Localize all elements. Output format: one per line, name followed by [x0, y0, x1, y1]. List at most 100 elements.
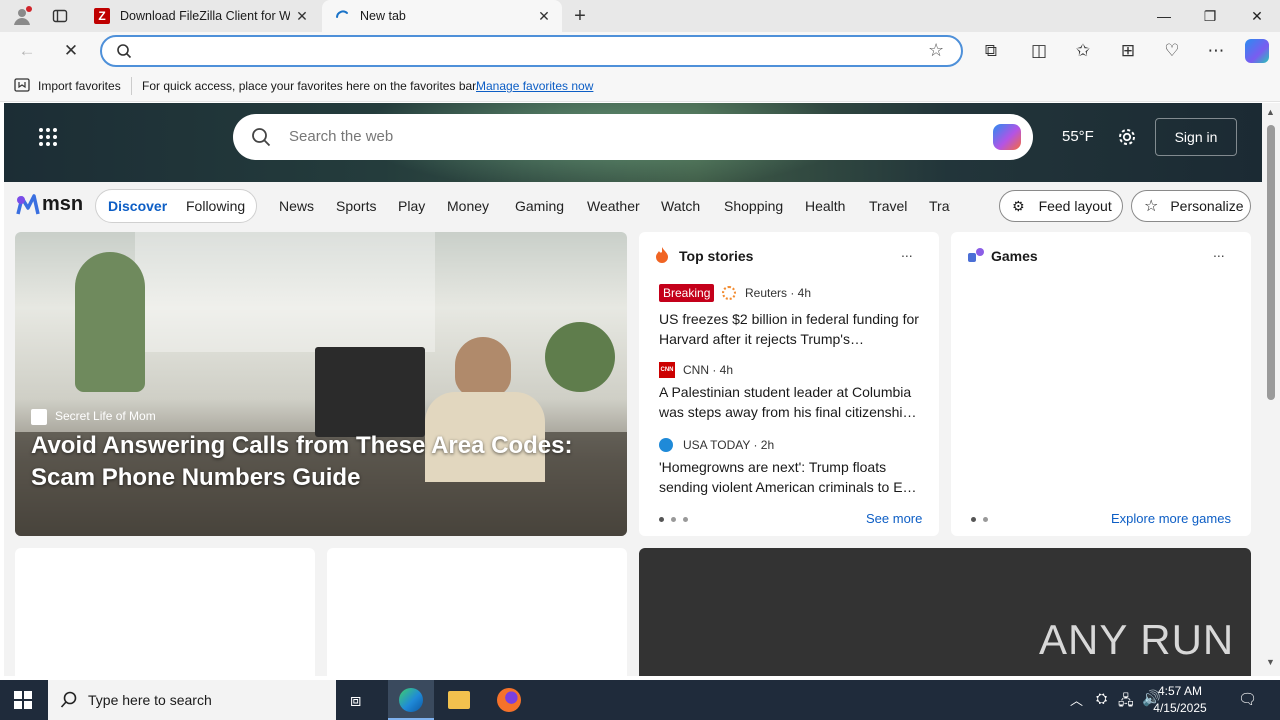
- import-favorites-button[interactable]: Import favorites: [38, 79, 121, 93]
- pager-dot[interactable]: [983, 517, 988, 522]
- feed-layout-button[interactable]: ⚙ Feed layout: [999, 190, 1123, 222]
- reuters-icon: [722, 286, 736, 300]
- clock-date: 4/15/2025: [1153, 701, 1207, 715]
- import-favorites-icon[interactable]: [14, 78, 30, 95]
- system-clock[interactable]: 4:57 AM 4/15/2025: [1140, 683, 1220, 717]
- close-window-button[interactable]: ✕: [1234, 0, 1280, 32]
- pager-dot-active[interactable]: [659, 517, 664, 522]
- tab-discover[interactable]: Discover: [108, 198, 167, 214]
- restore-button[interactable]: ❐: [1187, 0, 1233, 32]
- top-stories-card: Top stories ... Breaking Reuters · 4h US…: [639, 232, 939, 536]
- nav-news[interactable]: News: [279, 198, 314, 214]
- tab-filezilla[interactable]: Z Download FileZilla Client for Windows …: [84, 0, 320, 32]
- flame-icon: [655, 246, 669, 267]
- explore-games-link[interactable]: Explore more games: [1111, 511, 1231, 526]
- close-icon[interactable]: ✕: [536, 8, 552, 25]
- split-screen-icon[interactable]: ◫: [1024, 36, 1054, 66]
- apps-launcher-icon[interactable]: [38, 127, 58, 150]
- watermark: ANY RUN: [1039, 616, 1235, 663]
- nav-travel[interactable]: Travel: [869, 198, 907, 214]
- cnn-icon: CNN: [659, 362, 675, 378]
- header-background: Search the web 55°F Sign in: [4, 103, 1262, 182]
- nav-shopping[interactable]: Shopping: [724, 198, 783, 214]
- filezilla-icon: Z: [94, 8, 110, 24]
- pager-dot-active[interactable]: [971, 517, 976, 522]
- story-headline[interactable]: US freezes $2 billion in federal funding…: [659, 309, 923, 349]
- favorites-divider: [131, 77, 132, 95]
- taskbar-search-placeholder: Type here to search: [88, 692, 212, 708]
- extensions-icon[interactable]: ⧉: [976, 36, 1006, 66]
- more-menu-icon[interactable]: ⋯: [1201, 36, 1231, 66]
- video-card[interactable]: ANY RUN: [639, 548, 1251, 676]
- see-more-link[interactable]: See more: [866, 511, 922, 526]
- favorites-icon[interactable]: ✩: [1068, 36, 1098, 66]
- settings-icon[interactable]: [1116, 126, 1138, 151]
- tab-strip: Z Download FileZilla Client for Windows …: [0, 0, 1280, 32]
- manage-favorites-link[interactable]: Manage favorites now: [476, 79, 593, 93]
- browser-essentials-icon[interactable]: ♡: [1157, 36, 1187, 66]
- tab-following[interactable]: Following: [186, 198, 245, 214]
- search-icon: [251, 127, 271, 150]
- copilot-search-icon[interactable]: [993, 124, 1021, 150]
- nav-play[interactable]: Play: [398, 198, 425, 214]
- pager-dot[interactable]: [671, 517, 676, 522]
- file-explorer-icon[interactable]: [448, 691, 470, 709]
- nav-trav-cut[interactable]: Trav: [929, 198, 950, 214]
- edge-taskbar-icon[interactable]: [388, 680, 434, 720]
- network-tray-icon[interactable]: ⛭: [1096, 690, 1107, 707]
- collections-icon[interactable]: ⊞: [1113, 36, 1143, 66]
- taskbar-search[interactable]: Type here to search: [48, 680, 336, 720]
- search-icon: [116, 43, 132, 62]
- address-bar[interactable]: ☆: [100, 35, 963, 67]
- stop-loading-button[interactable]: ✕: [56, 36, 86, 66]
- nav-gaming[interactable]: Gaming: [515, 198, 564, 214]
- games-icon: [967, 247, 985, 266]
- star-icon: ☆: [1144, 198, 1159, 215]
- feed-layout-label: Feed layout: [1038, 198, 1112, 214]
- story-headline[interactable]: 'Homegrowns are next': Trump floats send…: [659, 457, 923, 497]
- address-input[interactable]: [142, 42, 922, 60]
- feed-card[interactable]: [15, 548, 315, 676]
- copilot-icon[interactable]: [1245, 39, 1269, 63]
- top-stories-title: Top stories: [679, 248, 754, 264]
- notification-icon[interactable]: 🗨: [1238, 690, 1257, 708]
- profile-icon[interactable]: [12, 6, 32, 26]
- story-source: CNN · 4h: [683, 363, 734, 377]
- hero-article-card[interactable]: Secret Life of Mom Avoid Answering Calls…: [15, 232, 627, 536]
- search-placeholder: Search the web: [289, 128, 394, 145]
- personalize-button[interactable]: ☆ Personalize: [1131, 190, 1251, 222]
- star-icon[interactable]: ☆: [928, 40, 944, 61]
- sign-in-button[interactable]: Sign in: [1155, 118, 1237, 156]
- page-scrollbar[interactable]: ▲ ▼: [1262, 103, 1280, 676]
- weather-temperature[interactable]: 55°F: [1062, 128, 1094, 145]
- ethernet-icon[interactable]: 🖧: [1118, 690, 1134, 714]
- close-icon[interactable]: ✕: [294, 8, 310, 25]
- nav-health[interactable]: Health: [805, 198, 845, 214]
- nav-money[interactable]: Money: [447, 198, 489, 214]
- scrollbar-thumb[interactable]: [1267, 125, 1275, 400]
- nav-weather[interactable]: Weather: [587, 198, 640, 214]
- games-title: Games: [991, 248, 1038, 264]
- pager-dot[interactable]: [683, 517, 688, 522]
- story-headline[interactable]: A Palestinian student leader at Columbia…: [659, 382, 923, 422]
- web-search-box[interactable]: Search the web: [233, 114, 1033, 160]
- nav-sports[interactable]: Sports: [336, 198, 376, 214]
- nav-watch[interactable]: Watch: [661, 198, 700, 214]
- games-more-button[interactable]: ...: [1213, 244, 1225, 260]
- firefox-icon[interactable]: [497, 688, 521, 712]
- tray-chevron-icon[interactable]: ︿: [1070, 690, 1083, 709]
- hero-title[interactable]: Avoid Answering Calls from These Area Co…: [31, 430, 621, 494]
- back-button[interactable]: ←: [12, 36, 42, 66]
- search-icon: [60, 691, 78, 712]
- feed-card[interactable]: [327, 548, 627, 676]
- tab-new-tab[interactable]: New tab ✕: [322, 0, 562, 32]
- minimize-button[interactable]: —: [1141, 0, 1187, 32]
- msn-logo[interactable]: msn: [16, 193, 83, 216]
- tab-actions-icon[interactable]: [52, 8, 68, 24]
- task-view-icon[interactable]: ⧈: [350, 690, 361, 711]
- scroll-up-icon[interactable]: ▲: [1266, 107, 1275, 117]
- windows-start-icon[interactable]: [14, 691, 32, 712]
- scroll-down-icon[interactable]: ▼: [1266, 657, 1275, 667]
- new-tab-button[interactable]: +: [568, 4, 592, 28]
- top-stories-more-button[interactable]: ...: [901, 244, 913, 260]
